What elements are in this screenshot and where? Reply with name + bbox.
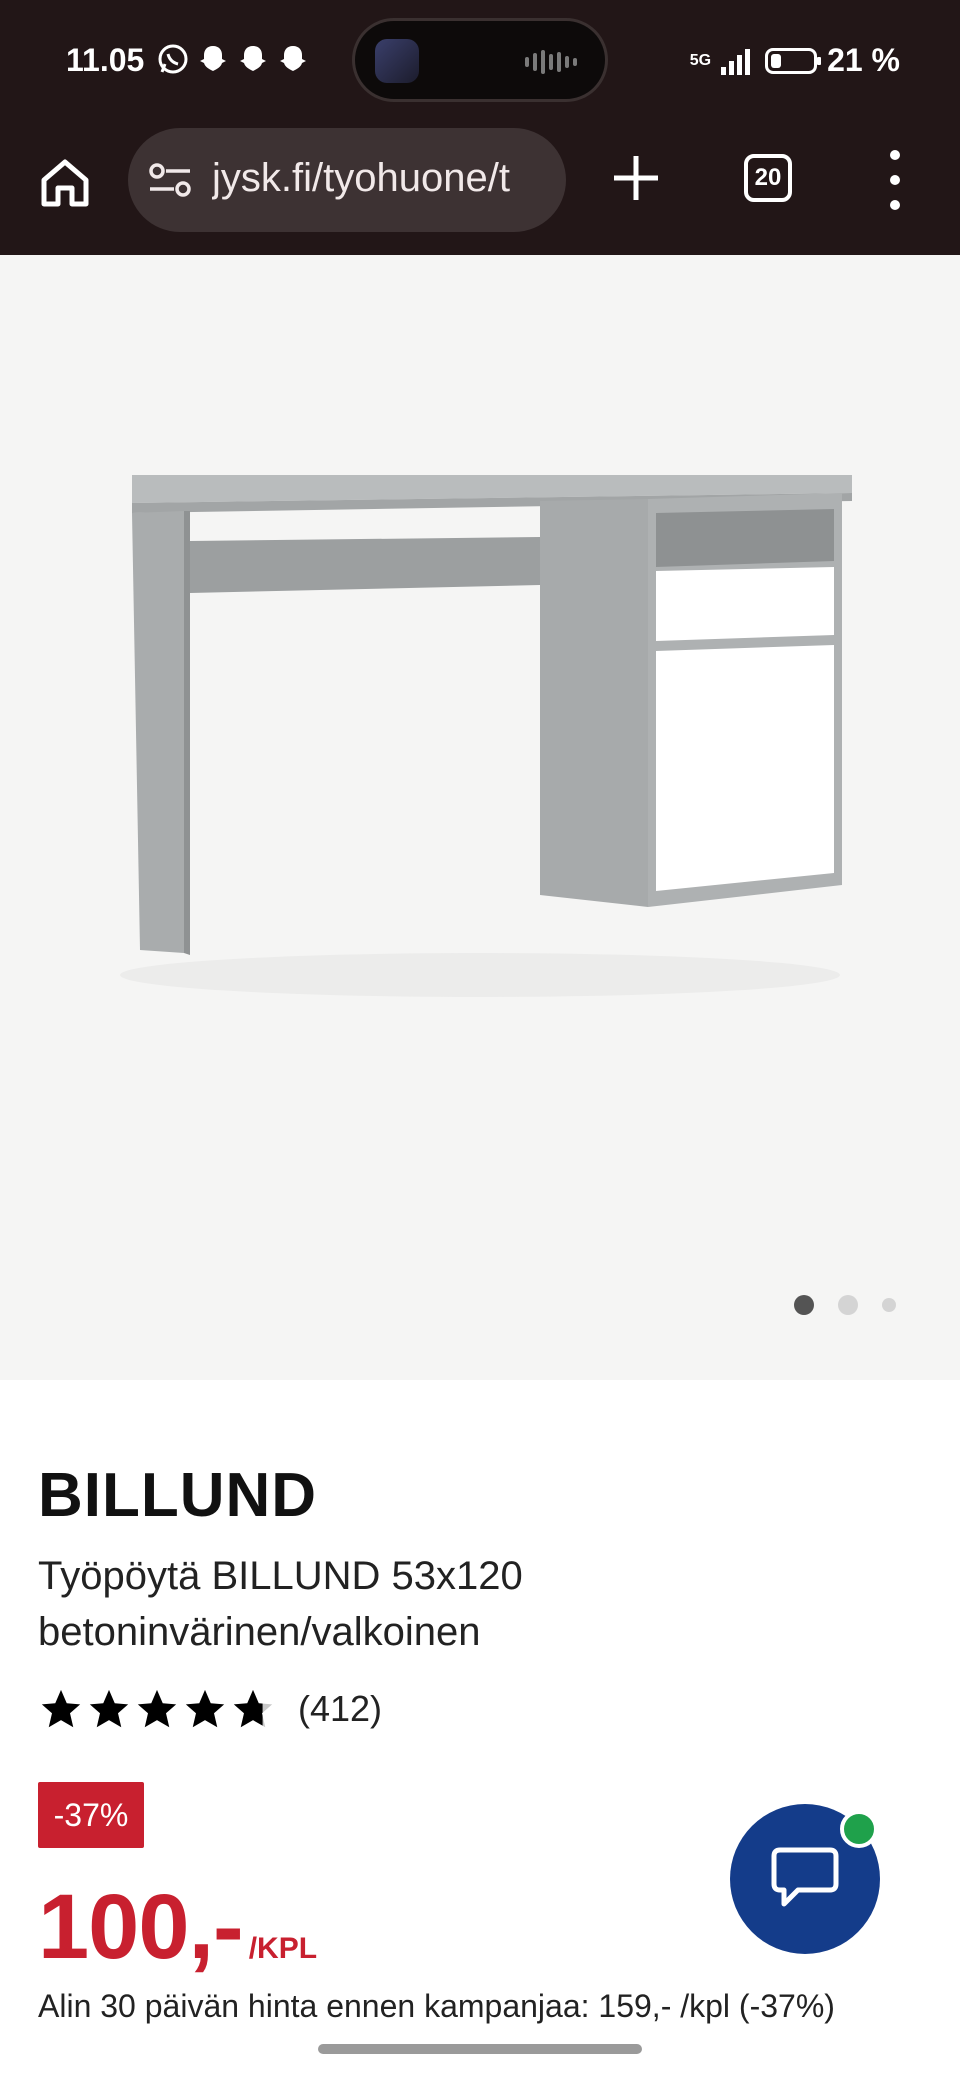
notification-icons <box>156 42 310 76</box>
gallery-pagination <box>794 1295 896 1315</box>
star-half-icon <box>233 1689 273 1728</box>
gallery-dot[interactable] <box>794 1295 814 1315</box>
review-count[interactable]: (412) <box>298 1688 382 1730</box>
home-button[interactable] <box>36 154 94 212</box>
snapchat-icon <box>276 42 310 76</box>
status-bar: 11.05 5G 21 % <box>0 0 960 120</box>
price-value: 100,- <box>38 1876 244 1978</box>
home-indicator[interactable] <box>318 2044 642 2054</box>
tab-switcher-button[interactable]: 20 <box>744 154 792 202</box>
gallery-dot[interactable] <box>882 1298 896 1312</box>
battery-level: 21 % <box>827 42 900 78</box>
star-icon <box>137 1689 177 1728</box>
audio-wave-icon <box>525 49 581 75</box>
url-text[interactable]: jysk.fi/tyohuone/t <box>212 156 552 201</box>
product-rating[interactable]: (412) <box>38 1686 382 1732</box>
online-status-dot <box>840 1810 878 1848</box>
previous-price-note: Alin 30 päivän hinta ennen kampanjaa: 15… <box>38 1988 835 2024</box>
star-icon <box>41 1689 81 1728</box>
price-unit: /KPL <box>248 1932 318 1965</box>
product-description: Työpöytä BILLUND 53x120 betoninvärinen/v… <box>38 1554 523 1654</box>
network-type: 5G <box>689 51 712 69</box>
product-gallery[interactable] <box>0 255 960 1380</box>
dynamic-island[interactable] <box>352 18 608 102</box>
now-playing-artwork <box>375 39 419 83</box>
product-info: BILLUND Työpöytä BILLUND 53x120 betoninv… <box>0 1380 960 2078</box>
browser-chrome: 11.05 5G 21 % jysk.fi/tyohuone/t 20 <box>0 0 960 255</box>
star-icon <box>185 1689 225 1728</box>
star-icon <box>89 1689 129 1728</box>
price: 100,- /KPL <box>38 1875 317 1980</box>
chat-bubble-icon <box>771 1847 839 1907</box>
signal-icon <box>721 48 751 75</box>
site-settings-icon[interactable] <box>148 162 192 198</box>
system-indicators: 5G 21 % <box>690 42 900 79</box>
more-menu-button[interactable] <box>880 150 910 210</box>
browser-toolbar: jysk.fi/tyohuone/t 20 <box>0 120 960 255</box>
snapchat-icon <box>196 42 230 76</box>
new-tab-button[interactable] <box>608 150 664 206</box>
product-brand: BILLUND <box>38 1461 318 1530</box>
plus-icon <box>614 156 658 200</box>
snapchat-icon <box>236 42 270 76</box>
address-bar[interactable]: jysk.fi/tyohuone/t <box>128 128 566 232</box>
battery-icon <box>765 47 822 74</box>
rating-stars <box>38 1686 276 1732</box>
whatsapp-icon <box>156 42 190 76</box>
gallery-dot[interactable] <box>838 1295 858 1315</box>
product-image-desk <box>120 475 852 997</box>
status-time: 11.05 <box>66 42 145 78</box>
discount-badge: -37% <box>38 1782 144 1848</box>
home-icon <box>41 159 89 207</box>
